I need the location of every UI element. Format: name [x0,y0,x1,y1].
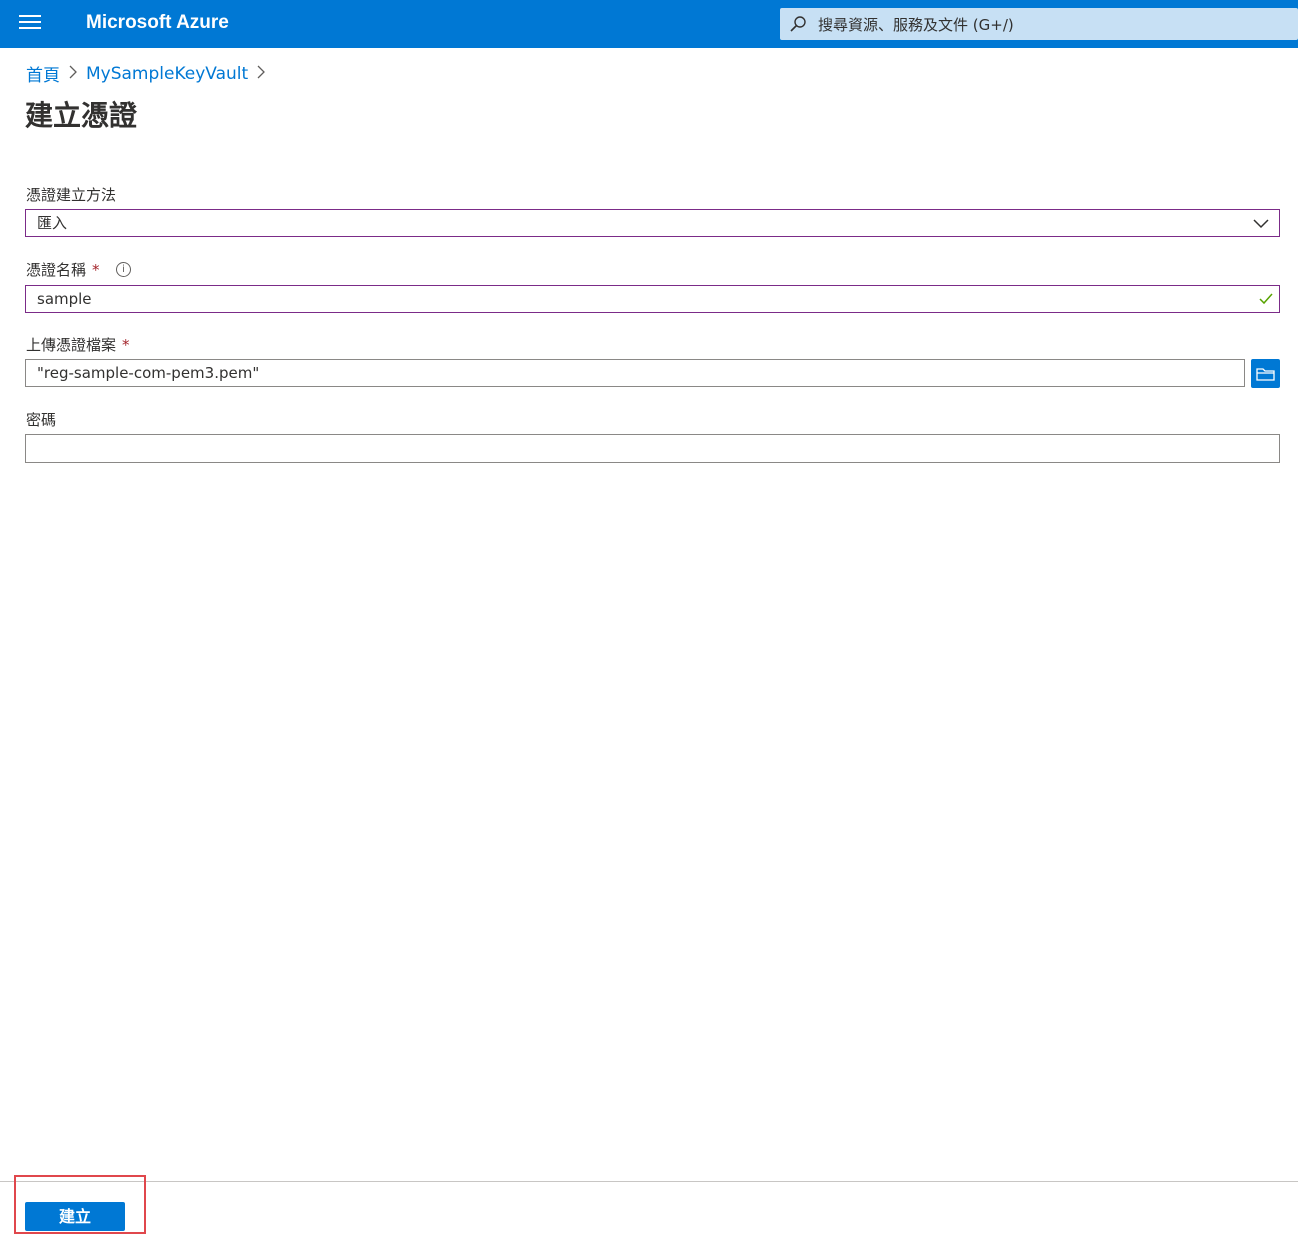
folder-icon [1256,368,1275,381]
browse-file-button[interactable] [1251,359,1280,388]
certificate-name-value: sample [37,290,92,308]
breadcrumb-keyvault-link[interactable]: MySampleKeyVault [86,64,248,84]
page-title: 建立憑證 [25,99,138,132]
breadcrumb-home-link[interactable]: 首頁 [26,61,60,86]
chevron-right-icon [252,64,270,84]
password-label: 密碼 [26,411,57,429]
upload-file-value: "reg-sample-com-pem3.pem" [37,364,260,382]
footer-divider [0,1181,1298,1182]
info-icon[interactable]: i [116,262,131,277]
search-icon [790,16,806,32]
method-label: 憑證建立方法 [26,186,117,204]
upload-label-text: 上傳憑證檔案 [26,336,117,354]
hamburger-menu-icon[interactable] [19,15,41,33]
brand-title[interactable]: Microsoft Azure [86,12,229,34]
chevron-right-icon [64,64,82,84]
required-asterisk: * [92,261,100,279]
breadcrumb: 首頁 MySampleKeyVault [26,61,274,86]
chevron-down-icon [1253,219,1269,229]
method-selected-value: 匯入 [37,214,68,232]
top-nav-bar: Microsoft Azure 搜尋資源、服務及文件 (G+/) [0,0,1298,48]
name-label: 憑證名稱 * [26,259,100,280]
search-placeholder: 搜尋資源、服務及文件 (G+/) [818,16,1014,34]
upload-label: 上傳憑證檔案 * [26,334,130,355]
name-label-text: 憑證名稱 [26,261,87,279]
upload-file-input[interactable]: "reg-sample-com-pem3.pem" [25,359,1245,387]
method-dropdown[interactable]: 匯入 [25,209,1280,237]
global-search-box[interactable]: 搜尋資源、服務及文件 (G+/) [780,8,1298,40]
create-button[interactable]: 建立 [25,1202,125,1231]
checkmark-icon [1259,293,1273,305]
required-asterisk: * [122,336,130,354]
password-input[interactable] [25,434,1280,463]
certificate-name-input[interactable]: sample [25,285,1280,313]
